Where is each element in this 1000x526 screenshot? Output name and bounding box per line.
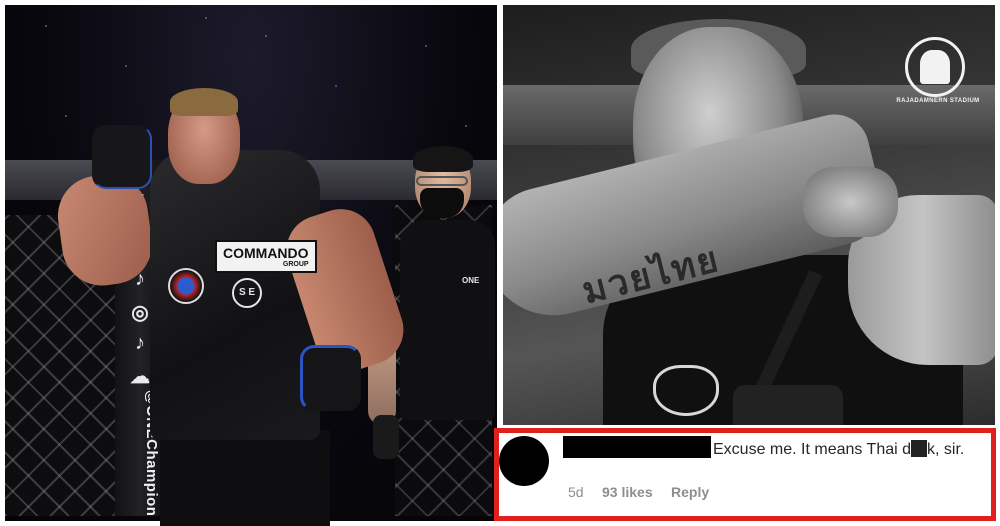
stadium-logo-caption: RAJADAMNERN STADIUM: [896, 98, 980, 104]
arena-light: [425, 45, 427, 47]
vest-round-badge: [168, 268, 204, 304]
arena-light: [465, 125, 467, 127]
comment-text-start: Excuse me. It means Thai d: [713, 441, 912, 458]
arena-light: [125, 65, 127, 67]
staff-shirt: [400, 220, 495, 420]
bag: [733, 385, 843, 425]
staff-glasses: [416, 176, 468, 186]
vest-patch-sub: GROUP: [282, 261, 309, 268]
venum-logo: [653, 365, 719, 416]
staff-mask: [420, 188, 464, 218]
fist: [803, 167, 898, 237]
comment-text: Excuse me. It means Thai d k, sir.: [713, 440, 964, 459]
vest-emblem: S E: [232, 278, 262, 308]
arena-light: [335, 85, 337, 87]
staff-hair: [413, 146, 473, 172]
username-redacted: [563, 436, 711, 458]
fighter-glove-right: [300, 345, 361, 411]
arena-light: [65, 115, 67, 117]
arena-light: [45, 25, 47, 27]
vest-patch: COMMANDO GROUP: [215, 240, 317, 273]
staff-glove: [373, 415, 399, 459]
vest-patch-label: COMMANDO: [223, 245, 309, 261]
stadium-logo-figure: [920, 50, 950, 84]
fighter-glove-left: [92, 125, 152, 189]
arena-light: [265, 35, 267, 37]
like-count[interactable]: 93 likes: [602, 484, 653, 500]
comment-text-end: k, sir.: [927, 441, 965, 458]
fighter-hair: [170, 88, 238, 116]
arena-light: [205, 17, 207, 19]
staff-shirt-logo: ONE: [462, 276, 480, 285]
stadium-logo: [905, 37, 965, 97]
avatar[interactable]: [499, 436, 549, 486]
fighter-shorts: [160, 430, 330, 526]
comment-age: 5d: [568, 484, 584, 500]
reply-button[interactable]: Reply: [671, 484, 709, 500]
censor-block: [911, 440, 928, 457]
